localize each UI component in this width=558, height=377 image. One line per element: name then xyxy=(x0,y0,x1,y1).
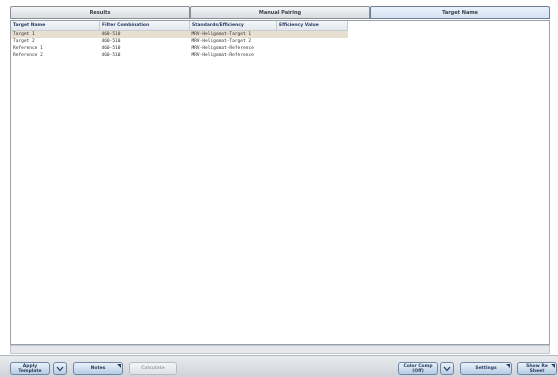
corner-menu-icon xyxy=(551,364,555,368)
cell-efficiency-value[interactable] xyxy=(277,45,348,52)
tab-manual-pairing[interactable]: Manual Pairing xyxy=(190,6,370,19)
corner-menu-icon xyxy=(117,364,121,368)
settings-button[interactable]: Settings xyxy=(460,362,512,375)
bottom-toolbar: Apply Template Notes Calculate Color Com… xyxy=(0,355,558,377)
cell-filter-combination[interactable]: 460-510 xyxy=(100,45,190,52)
cell-target-name[interactable]: Target 2 xyxy=(11,38,100,45)
color-comp-dropdown[interactable] xyxy=(440,362,454,375)
cell-standards-efficiency[interactable]: MRV-Heligomat-Target 1 xyxy=(189,30,277,38)
cell-efficiency-value[interactable] xyxy=(277,38,348,45)
color-comp-label: Color Comp (Off) xyxy=(403,363,433,374)
cell-target-name[interactable]: Reference 1 xyxy=(11,45,100,52)
cell-standards-efficiency[interactable]: MRV-Heligomat-Reference xyxy=(190,52,277,59)
cell-efficiency-value[interactable] xyxy=(277,52,348,59)
apply-template-button[interactable]: Apply Template xyxy=(10,362,50,375)
tab-target-name[interactable]: Target Name xyxy=(370,6,550,19)
show-sheet-button[interactable]: Show Re Sheet xyxy=(517,362,557,375)
status-bar xyxy=(10,345,550,354)
column-header-filter-combination[interactable]: Filter Combination xyxy=(99,21,190,31)
chevron-down-icon xyxy=(56,366,64,371)
table-header-row: Target Name Filter Combination Standards… xyxy=(11,21,348,31)
settings-label: Settings xyxy=(475,366,497,371)
cell-efficiency-value[interactable] xyxy=(276,30,348,38)
cell-filter-combination[interactable]: 460-510 xyxy=(99,30,190,38)
column-header-target-name[interactable]: Target Name xyxy=(11,21,100,31)
table-row[interactable]: Reference 1 460-510 MRV-Heligomat-Refere… xyxy=(11,45,348,52)
chevron-down-icon xyxy=(443,366,451,371)
notes-label: Notes xyxy=(90,366,106,371)
cell-filter-combination[interactable]: 460-510 xyxy=(100,52,190,59)
notes-button[interactable]: Notes xyxy=(73,362,123,375)
cell-standards-efficiency[interactable]: MRV-Heligomat-Target 2 xyxy=(190,38,277,45)
color-comp-button[interactable]: Color Comp (Off) xyxy=(398,362,438,375)
calculate-button[interactable]: Calculate xyxy=(129,362,177,375)
target-name-panel: Target Name Filter Combination Standards… xyxy=(10,20,550,345)
cell-target-name[interactable]: Reference 2 xyxy=(11,52,100,59)
cell-target-name[interactable]: Target 1 xyxy=(11,30,100,38)
cell-filter-combination[interactable]: 460-510 xyxy=(100,38,190,45)
tab-results[interactable]: Results xyxy=(10,6,190,19)
table-row[interactable]: Target 1 460-510 MRV-Heligomat-Target 1 xyxy=(11,30,348,38)
apply-template-label: Apply Template xyxy=(18,363,42,374)
cell-standards-efficiency[interactable]: MRV-Heligomat-Reference xyxy=(190,45,277,52)
apply-template-dropdown[interactable] xyxy=(53,362,67,375)
column-header-standards-efficiency[interactable]: Standards/Efficiency xyxy=(189,21,277,31)
corner-menu-icon xyxy=(506,364,510,368)
table-row[interactable]: Target 2 460-510 MRV-Heligomat-Target 2 xyxy=(11,38,348,45)
table-row[interactable]: Reference 2 460-510 MRV-Heligomat-Refere… xyxy=(11,52,348,59)
column-header-efficiency-value[interactable]: Efficiency Value xyxy=(276,21,348,31)
target-table: Target Name Filter Combination Standards… xyxy=(11,21,348,59)
tab-bar: Results Manual Pairing Target Name xyxy=(10,6,550,20)
calculate-label: Calculate xyxy=(141,366,165,371)
